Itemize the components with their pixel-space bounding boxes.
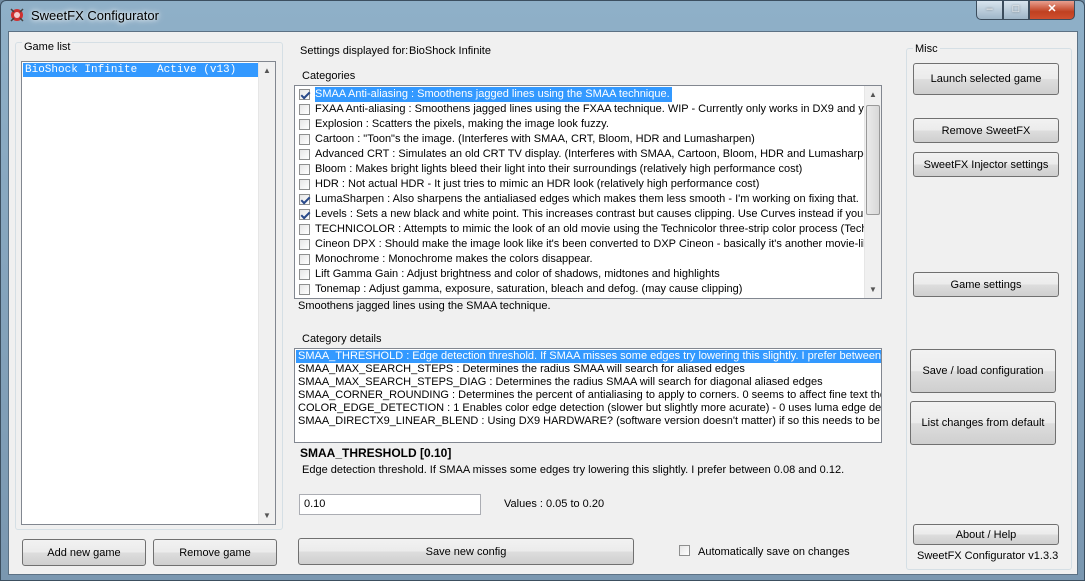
category-details-label: Category details	[302, 333, 382, 345]
list-changes-button[interactable]: List changes from default	[910, 401, 1056, 445]
category-description: Smoothens jagged lines using the SMAA te…	[298, 300, 551, 312]
save-load-configuration-button[interactable]: Save / load configuration	[910, 349, 1056, 393]
launch-game-button[interactable]: Launch selected game	[913, 63, 1059, 95]
category-item[interactable]: Bloom : Makes bright lights bleed their …	[297, 162, 865, 177]
window-title: SweetFX Configurator	[31, 8, 159, 23]
categories-scroll-thumb[interactable]	[866, 105, 880, 215]
category-checkbox[interactable]	[299, 149, 310, 160]
settings-displayed-for-value: BioShock Infinite	[409, 45, 491, 57]
category-item-label: Monochrome : Monochrome makes the colors…	[315, 253, 593, 265]
category-item-label: LumaSharpen : Also sharpens the antialia…	[315, 193, 859, 205]
minimize-button[interactable]: –	[976, 1, 1003, 20]
detail-item[interactable]: SMAA_THRESHOLD : Edge detection threshol…	[296, 350, 881, 363]
category-checkbox[interactable]	[299, 119, 310, 130]
category-checkbox[interactable]	[299, 224, 310, 235]
minimize-icon: –	[986, 3, 993, 15]
category-item-label: Cineon DPX : Should make the image look …	[315, 238, 882, 250]
about-help-button[interactable]: About / Help	[913, 524, 1059, 545]
detail-item[interactable]: SMAA_DIRECTX9_LINEAR_BLEND : Using DX9 H…	[296, 415, 881, 428]
maximize-icon: □	[1012, 3, 1020, 15]
category-checkbox[interactable]	[299, 164, 310, 175]
close-icon: ✕	[1047, 3, 1057, 15]
game-settings-button[interactable]: Game settings	[913, 272, 1059, 297]
app-icon	[10, 8, 24, 22]
categories-list[interactable]: SMAA Anti-aliasing : Smoothens jagged li…	[294, 85, 882, 299]
category-item[interactable]: Lift Gamma Gain : Adjust brightness and …	[297, 267, 865, 282]
category-item-label: Levels : Sets a new black and white poin…	[315, 208, 881, 220]
game-list[interactable]: BioShock Infinite Active (v13) ▲ ▼	[21, 61, 276, 525]
category-checkbox[interactable]	[299, 284, 310, 295]
checkbox-icon	[679, 545, 690, 556]
app-window: SweetFX Configurator – □ ✕ Game list Bio…	[0, 0, 1085, 581]
title-bar[interactable]: SweetFX Configurator – □ ✕	[1, 1, 1084, 31]
category-item[interactable]: Levels : Sets a new black and white poin…	[297, 207, 880, 222]
close-button[interactable]: ✕	[1029, 1, 1075, 20]
scroll-down-icon[interactable]: ▼	[865, 281, 881, 298]
category-item-label: Advanced CRT : Simulates an old CRT TV d…	[315, 148, 882, 160]
category-item[interactable]: SMAA Anti-aliasing : Smoothens jagged li…	[297, 87, 865, 102]
category-item-label: Tonemap : Adjust gamma, exposure, satura…	[315, 283, 743, 295]
parameter-title: SMAA_THRESHOLD [0.10]	[300, 446, 452, 460]
detail-item[interactable]: SMAA_MAX_SEARCH_STEPS_DIAG : Determines …	[296, 376, 881, 389]
autosave-label: Automatically save on changes	[698, 546, 850, 558]
game-status: Active (v13)	[157, 64, 237, 76]
category-item[interactable]: Monochrome : Monochrome makes the colors…	[297, 252, 865, 267]
category-item[interactable]: HDR : Not actual HDR - It just tries to …	[297, 177, 865, 192]
parameter-description: Edge detection threshold. If SMAA misses…	[302, 464, 845, 476]
remove-sweetfx-button[interactable]: Remove SweetFX	[913, 118, 1059, 143]
category-item[interactable]: Advanced CRT : Simulates an old CRT TV d…	[297, 147, 881, 162]
category-item[interactable]: FXAA Anti-aliasing : Smoothens jagged li…	[297, 102, 881, 117]
injector-settings-button[interactable]: SweetFX Injector settings	[913, 152, 1059, 177]
category-checkbox[interactable]	[299, 254, 310, 265]
category-item-label: TECHNICOLOR : Attempts to mimic the look…	[315, 223, 882, 235]
game-list-label: Game list	[22, 41, 73, 53]
category-item[interactable]: Cartoon : "Toon"s the image. (Interferes…	[297, 132, 865, 147]
game-list-scrollbar[interactable]: ▲ ▼	[258, 62, 275, 524]
add-new-game-button[interactable]: Add new game	[22, 539, 146, 566]
category-item[interactable]: Tonemap : Adjust gamma, exposure, satura…	[297, 282, 865, 297]
scroll-down-icon[interactable]: ▼	[259, 507, 275, 524]
category-checkbox[interactable]	[299, 194, 310, 205]
category-item-label: Lift Gamma Gain : Adjust brightness and …	[315, 268, 720, 280]
detail-item[interactable]: SMAA_CORNER_ROUNDING : Determines the pe…	[296, 389, 881, 402]
category-item-label: SMAA Anti-aliasing : Smoothens jagged li…	[315, 87, 672, 102]
category-checkbox[interactable]	[299, 179, 310, 190]
category-item[interactable]: TECHNICOLOR : Attempts to mimic the look…	[297, 222, 881, 237]
scroll-up-icon[interactable]: ▲	[259, 62, 275, 79]
detail-item[interactable]: SMAA_MAX_SEARCH_STEPS : Determines the r…	[296, 363, 881, 376]
parameter-value-input[interactable]: 0.10	[299, 494, 481, 515]
category-item-label: FXAA Anti-aliasing : Smoothens jagged li…	[315, 103, 882, 115]
categories-label: Categories	[302, 70, 356, 82]
category-checkbox[interactable]	[299, 209, 310, 220]
version-label: SweetFX Configurator v1.3.3	[917, 550, 1059, 562]
client-area: Game list BioShock Infinite Active (v13)…	[8, 31, 1078, 575]
category-item-label: HDR : Not actual HDR - It just tries to …	[315, 178, 760, 190]
game-name: BioShock Infinite	[25, 64, 138, 76]
category-item-label: Explosion : Scatters the pixels, making …	[315, 118, 609, 130]
detail-item[interactable]: COLOR_EDGE_DETECTION : 1 Enables color e…	[296, 402, 881, 415]
category-checkbox[interactable]	[299, 89, 310, 100]
categories-scrollbar[interactable]: ▲ ▼	[864, 86, 881, 298]
category-item-label: Cartoon : "Toon"s the image. (Interferes…	[315, 133, 755, 145]
scroll-up-icon[interactable]: ▲	[865, 86, 881, 103]
category-item[interactable]: LumaSharpen : Also sharpens the antialia…	[297, 192, 865, 207]
category-item[interactable]: Explosion : Scatters the pixels, making …	[297, 117, 865, 132]
category-item[interactable]: Cineon DPX : Should make the image look …	[297, 237, 881, 252]
category-checkbox[interactable]	[299, 104, 310, 115]
category-details-list[interactable]: SMAA_THRESHOLD : Edge detection threshol…	[294, 348, 882, 443]
category-checkbox[interactable]	[299, 134, 310, 145]
category-checkbox[interactable]	[299, 239, 310, 250]
remove-game-button[interactable]: Remove game	[153, 539, 277, 566]
maximize-button[interactable]: □	[1003, 1, 1029, 20]
game-list-item[interactable]: BioShock Infinite Active (v13)	[23, 63, 258, 77]
category-checkbox[interactable]	[299, 269, 310, 280]
parameter-range: Values : 0.05 to 0.20	[504, 498, 605, 510]
settings-displayed-for-label: Settings displayed for:	[300, 45, 409, 57]
autosave-checkbox[interactable]	[679, 545, 693, 559]
save-new-config-button[interactable]: Save new config	[298, 538, 634, 565]
misc-label: Misc	[913, 43, 940, 55]
category-item-label: Bloom : Makes bright lights bleed their …	[315, 163, 803, 175]
